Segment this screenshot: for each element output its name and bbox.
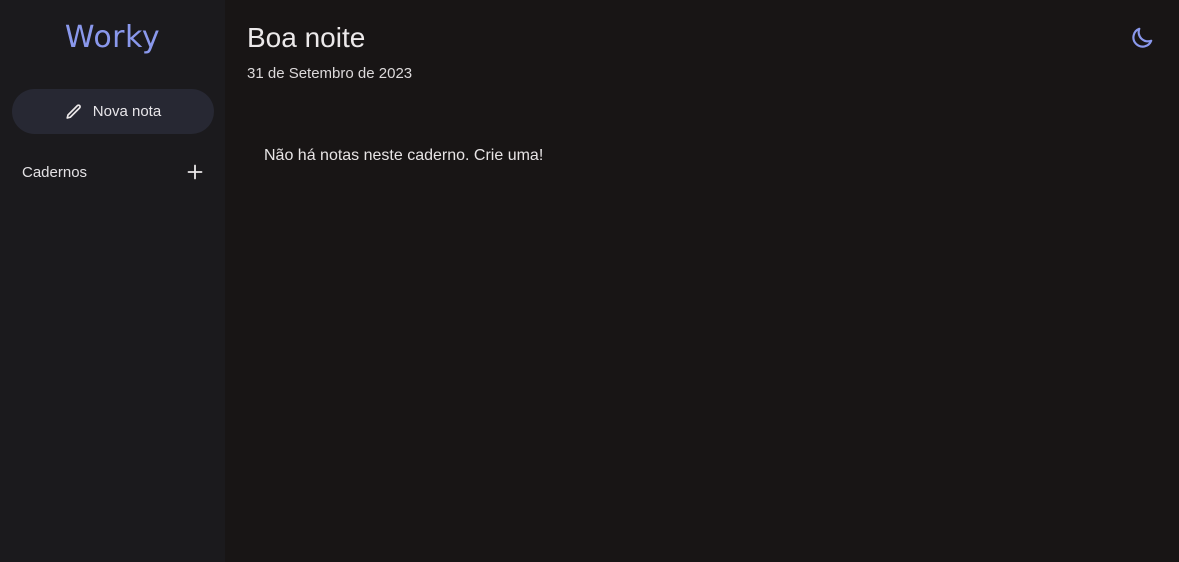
pencil-icon — [65, 103, 83, 121]
moon-icon — [1132, 27, 1153, 48]
theme-toggle-button[interactable] — [1129, 25, 1155, 51]
new-note-button[interactable]: Nova nota — [12, 89, 214, 134]
empty-notes-message: Não há notas neste caderno. Crie uma! — [264, 147, 544, 164]
current-date: 31 de Setembro de 2023 — [247, 65, 413, 82]
new-note-label: Nova nota — [92, 103, 162, 120]
add-notebook-button[interactable] — [185, 162, 205, 182]
notebooks-label: Cadernos — [22, 163, 88, 181]
notebooks-header: Cadernos — [22, 160, 205, 184]
main-content: Boa noite 31 de Setembro de 2023 Não há … — [225, 0, 1179, 562]
plus-icon — [187, 164, 203, 180]
page-title: Boa noite — [247, 22, 366, 53]
app-logo: Worky — [64, 20, 161, 55]
sidebar: Worky Nova nota Cadernos — [0, 0, 225, 562]
app-root: Worky Nova nota Cadernos Boa noite 31 de… — [0, 0, 1179, 562]
